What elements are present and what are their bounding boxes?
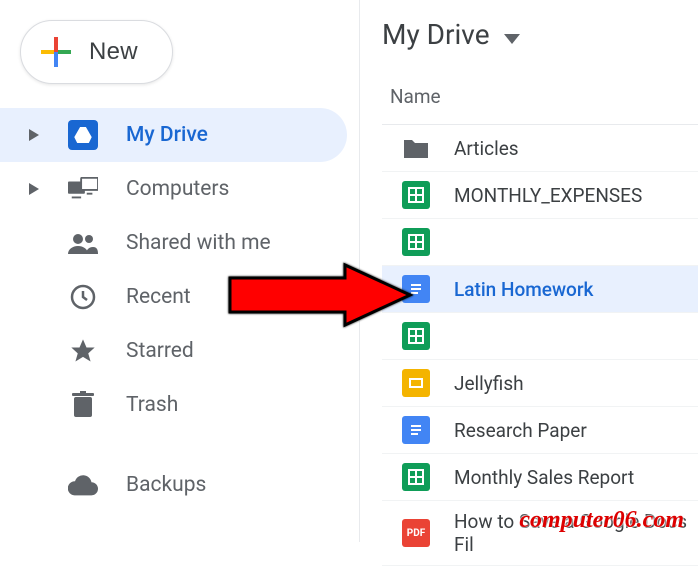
file-row[interactable]: Research Paper <box>382 407 698 454</box>
sidebar-item-computers[interactable]: Computers <box>0 162 347 216</box>
file-name: Monthly Sales Report <box>454 466 634 489</box>
sidebar-item-backups[interactable]: Backups <box>0 458 347 512</box>
chevron-right-icon <box>28 183 40 195</box>
sidebar-item-label: Starred <box>126 339 194 363</box>
sidebar-item-label: Recent <box>126 285 191 309</box>
chevron-right-icon <box>28 129 40 141</box>
sheets-icon <box>402 181 430 209</box>
starred-icon <box>68 336 98 366</box>
sidebar-item-starred[interactable]: Starred <box>0 324 347 378</box>
drive-icon <box>68 120 98 150</box>
file-row-folder[interactable]: Articles <box>382 125 698 172</box>
main-panel: My Drive Name Articles MONTHLY_EXPENSES <box>360 0 698 542</box>
file-row[interactable]: Monthly Sales Report <box>382 454 698 501</box>
file-row[interactable]: Jellyfish <box>382 360 698 407</box>
file-name: MONTHLY_EXPENSES <box>454 184 642 207</box>
sidebar-item-label: Trash <box>126 393 178 417</box>
file-row[interactable] <box>382 219 698 266</box>
sidebar-item-label: My Drive <box>126 123 208 147</box>
sheets-icon <box>402 463 430 491</box>
file-name: Jellyfish <box>454 372 524 395</box>
sidebar-item-label: Backups <box>126 473 206 497</box>
sidebar-item-trash[interactable]: Trash <box>0 378 347 432</box>
file-row[interactable]: PDF How to Save a Google Docs Fil <box>382 501 698 566</box>
slides-icon <box>402 369 430 397</box>
new-button[interactable]: New <box>20 20 173 84</box>
computers-icon <box>68 174 98 204</box>
trash-icon <box>68 390 98 420</box>
backups-icon <box>68 470 98 500</box>
recent-icon <box>68 282 98 312</box>
file-name: Research Paper <box>454 419 587 442</box>
file-row[interactable]: MONTHLY_EXPENSES <box>382 172 698 219</box>
sidebar-item-my-drive[interactable]: My Drive <box>0 108 347 162</box>
chevron-down-icon <box>504 18 520 51</box>
docs-icon <box>402 416 430 444</box>
sidebar-item-label: Shared with me <box>126 231 271 255</box>
pdf-icon: PDF <box>402 519 430 547</box>
sidebar-item-label: Computers <box>126 177 229 201</box>
plus-icon <box>41 37 71 67</box>
sheets-icon <box>402 322 430 350</box>
column-header-name[interactable]: Name <box>382 85 698 125</box>
docs-icon <box>402 275 430 303</box>
sidebar: New My Drive Computers Shar <box>0 0 360 542</box>
file-row[interactable] <box>382 313 698 360</box>
shared-icon <box>68 228 98 258</box>
breadcrumb-title: My Drive <box>382 18 490 51</box>
file-name: Latin Homework <box>454 278 593 301</box>
file-name: How to Save a Google Docs Fil <box>454 510 698 556</box>
breadcrumb[interactable]: My Drive <box>382 18 698 85</box>
file-row-selected[interactable]: Latin Homework <box>382 266 698 313</box>
sheets-icon <box>402 228 430 256</box>
sidebar-item-recent[interactable]: Recent <box>0 270 347 324</box>
file-name: Articles <box>454 137 519 160</box>
sidebar-item-shared[interactable]: Shared with me <box>0 216 347 270</box>
folder-icon <box>402 134 430 162</box>
new-button-label: New <box>89 38 138 66</box>
